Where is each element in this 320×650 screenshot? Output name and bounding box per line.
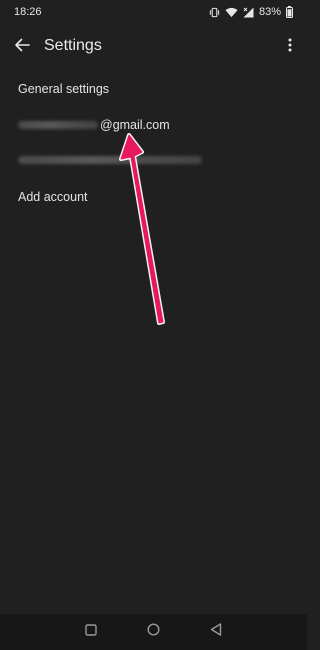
more-vert-icon (288, 38, 292, 57)
general-settings-label: General settings (18, 82, 110, 96)
account-item-2[interactable] (18, 152, 202, 167)
app-bar: Settings (0, 30, 307, 64)
recents-button[interactable] (83, 624, 99, 640)
battery-icon (286, 6, 293, 18)
back-button[interactable] (11, 36, 33, 58)
account-email-suffix: @gmail.com (100, 118, 170, 132)
arrow-back-icon (14, 37, 30, 58)
status-bar: 18:26 83% (0, 0, 307, 24)
wifi-icon (225, 7, 238, 18)
home-button[interactable] (145, 623, 161, 641)
redacted-email (18, 156, 202, 164)
signal-icon (243, 7, 254, 18)
general-settings-item[interactable]: General settings (18, 82, 109, 96)
system-nav-bar (0, 614, 307, 650)
back-triangle-icon (210, 623, 222, 641)
account-item-1[interactable]: @gmail.com (18, 118, 170, 132)
add-account-label: Add account (18, 190, 88, 204)
settings-screen: 18:26 83% Settings General settings @gma… (0, 0, 307, 650)
page-title: Settings (44, 37, 102, 54)
redacted-email-prefix (18, 121, 98, 129)
nav-back-button[interactable] (208, 623, 224, 641)
battery-text: 83% (258, 6, 281, 18)
status-icons: 83% (209, 6, 293, 18)
overflow-menu-button[interactable] (283, 36, 297, 58)
home-icon (146, 623, 160, 641)
add-account-item[interactable]: Add account (18, 190, 88, 204)
status-time: 18:26 (14, 6, 42, 18)
recents-icon (85, 623, 97, 641)
vibrate-icon (209, 7, 220, 18)
annotation-arrow-icon (119, 133, 165, 325)
